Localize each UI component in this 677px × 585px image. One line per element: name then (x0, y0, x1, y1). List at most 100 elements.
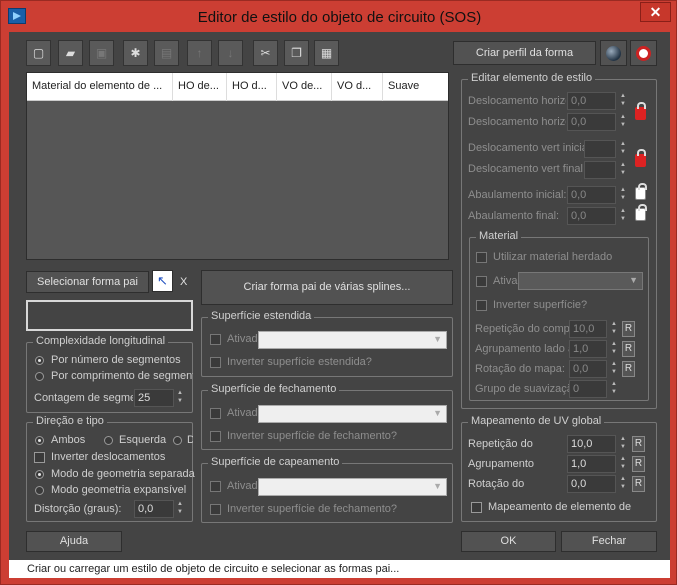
uv-grouping-input[interactable]: 1,0 (567, 455, 616, 473)
select-parent-shape-button[interactable]: Selecionar forma pai (26, 271, 149, 293)
material-dropdown[interactable]: ▼ (518, 272, 643, 290)
closing-active-checkbox[interactable] (210, 408, 221, 419)
bank-end-lock-icon[interactable] (635, 204, 647, 221)
uv-rotation-reset-button[interactable]: R (632, 476, 645, 492)
group-side-reset-button[interactable]: R (622, 341, 635, 357)
h-offset-end-input[interactable]: 0,0 (567, 113, 616, 131)
both-label: Ambos (51, 434, 86, 446)
extended-invert-checkbox[interactable] (210, 357, 221, 368)
bank-start-input[interactable]: 0,0 (567, 186, 616, 204)
length-radio[interactable] (35, 372, 44, 381)
material-active-checkbox[interactable] (476, 276, 487, 287)
new-icon[interactable]: ▢ (26, 40, 51, 66)
uv-grouping-reset-button[interactable]: R (632, 456, 645, 472)
uv-repeat-stepper[interactable]: ▲ ▼ (618, 435, 628, 453)
title-bar[interactable]: Editor de estilo do objeto de circuito (… (1, 1, 677, 32)
map-rotation-label: Rotação do mapa: (475, 363, 565, 375)
cut-icon[interactable]: ✂ (253, 40, 278, 66)
distortion-input[interactable]: 0,0 (134, 500, 174, 518)
closing-material-dropdown[interactable]: ▼ (258, 405, 447, 423)
bank-end-input[interactable]: 0,0 (567, 207, 616, 225)
copy-icon[interactable]: ❐ (284, 40, 309, 66)
help-button[interactable]: Ajuda (26, 531, 122, 552)
capping-invert-label: Inverter superfície de fechamento? (227, 503, 397, 515)
invert-surface-checkbox[interactable] (476, 300, 487, 311)
use-inherited-checkbox[interactable] (476, 252, 487, 263)
map-rotation-reset-button[interactable]: R (622, 361, 635, 377)
uv-repeat-input[interactable]: 10,0 (567, 435, 616, 453)
uv-grouping-stepper[interactable]: ▲ ▼ (618, 455, 628, 473)
save-icon[interactable]: ▣ (89, 40, 114, 66)
extended-material-dropdown[interactable]: ▼ (258, 331, 447, 349)
uv-rotation-input[interactable]: 0,0 (567, 475, 616, 493)
ok-button[interactable]: OK (461, 531, 556, 552)
segment-count-stepper[interactable]: ▲ ▼ (175, 389, 185, 407)
create-profile-button[interactable]: Criar perfil da forma (453, 41, 596, 65)
delete-layer-icon[interactable]: ▤ (154, 40, 179, 66)
map-rotation-stepper[interactable]: ▲ ▼ (609, 360, 619, 378)
repeat-length-stepper[interactable]: ▲ ▼ (609, 320, 619, 338)
column-header[interactable]: Suave (383, 73, 448, 101)
v-offset-start-input[interactable] (584, 140, 616, 158)
smoothing-group-stepper[interactable]: ▲ ▼ (609, 380, 619, 398)
element-mapping-checkbox[interactable] (471, 502, 482, 513)
invert-offsets-label: Inverter deslocamentos (51, 451, 166, 463)
column-header[interactable]: Material do elemento de ... (27, 73, 173, 101)
clear-selection-button[interactable]: X (180, 276, 187, 288)
group-side-input[interactable]: 1,0 (569, 340, 607, 358)
v-offset-lock-icon[interactable] (635, 149, 646, 167)
add-layer-icon[interactable]: ✱ (123, 40, 148, 66)
uv-mapping-group: Mapeamento de UV global Repetição do 10,… (461, 415, 657, 522)
invert-offsets-checkbox[interactable] (34, 452, 45, 463)
segment-count-input[interactable]: 25 (134, 389, 174, 407)
pick-cursor-button[interactable]: ↖ (152, 270, 173, 292)
capping-material-dropdown[interactable]: ▼ (258, 478, 447, 496)
group-side-stepper[interactable]: ▲ ▼ (609, 340, 619, 358)
h-offset-lock-icon[interactable] (635, 102, 646, 120)
h-offset-end-stepper[interactable]: ▲ ▼ (618, 113, 628, 131)
settings-button[interactable] (630, 40, 657, 66)
v-offset-end-stepper[interactable]: ▲ ▼ (618, 161, 628, 179)
bank-end-stepper[interactable]: ▲ ▼ (618, 207, 628, 225)
repeat-length-input[interactable]: 10,0 (569, 320, 607, 338)
bank-start-lock-icon[interactable] (635, 183, 647, 200)
paste-icon[interactable]: ▦ (314, 40, 339, 66)
repeat-length-reset-button[interactable]: R (622, 321, 635, 337)
column-header[interactable]: HO d... (227, 73, 277, 101)
distortion-stepper[interactable]: ▲ ▼ (175, 500, 185, 518)
v-offset-start-stepper[interactable]: ▲ ▼ (618, 140, 628, 158)
separate-geometry-radio[interactable] (35, 470, 44, 479)
material-sphere-button[interactable] (600, 40, 627, 66)
open-icon[interactable]: ▰ (58, 40, 83, 66)
close-dialog-button[interactable]: Fechar (561, 531, 657, 552)
both-radio[interactable] (35, 436, 44, 445)
h-offset-start-input[interactable]: 0,0 (567, 92, 616, 110)
create-parent-multi-spline-button[interactable]: Criar forma pai de várias splines... (201, 270, 453, 305)
h-offset-start-stepper[interactable]: ▲ ▼ (618, 92, 628, 110)
complexity-group: Complexidade longitudinal Por número de … (26, 335, 193, 413)
map-rotation-input[interactable]: 0,0 (569, 360, 607, 378)
bank-start-label: Abaulamento inicial: (468, 189, 567, 201)
column-header[interactable]: VO de... (277, 73, 332, 101)
smoothing-group-input[interactable]: 0 (569, 380, 607, 398)
style-elements-table[interactable]: Material do elemento de ... HO de... HO … (26, 72, 449, 260)
uv-rotation-stepper[interactable]: ▲ ▼ (618, 475, 628, 493)
uv-repeat-reset-button[interactable]: R (632, 436, 645, 452)
segments-radio[interactable] (35, 356, 44, 365)
extended-surface-group: Superfície estendida Ativado ▼ Inverter … (201, 310, 453, 377)
right-radio[interactable] (173, 436, 182, 445)
expandable-geometry-radio[interactable] (35, 486, 44, 495)
close-button[interactable]: ✕ (640, 2, 671, 22)
v-offset-end-input[interactable] (584, 161, 616, 179)
column-header[interactable]: VO d... (332, 73, 383, 101)
capping-invert-checkbox[interactable] (210, 504, 221, 515)
left-radio[interactable] (104, 436, 113, 445)
bank-start-stepper[interactable]: ▲ ▼ (618, 186, 628, 204)
chevron-down-icon: ▼ (433, 481, 442, 491)
move-up-icon[interactable]: ↑ (187, 40, 212, 66)
capping-active-checkbox[interactable] (210, 481, 221, 492)
move-down-icon[interactable]: ↓ (218, 40, 243, 66)
closing-invert-checkbox[interactable] (210, 431, 221, 442)
extended-active-checkbox[interactable] (210, 334, 221, 345)
column-header[interactable]: HO de... (173, 73, 227, 101)
